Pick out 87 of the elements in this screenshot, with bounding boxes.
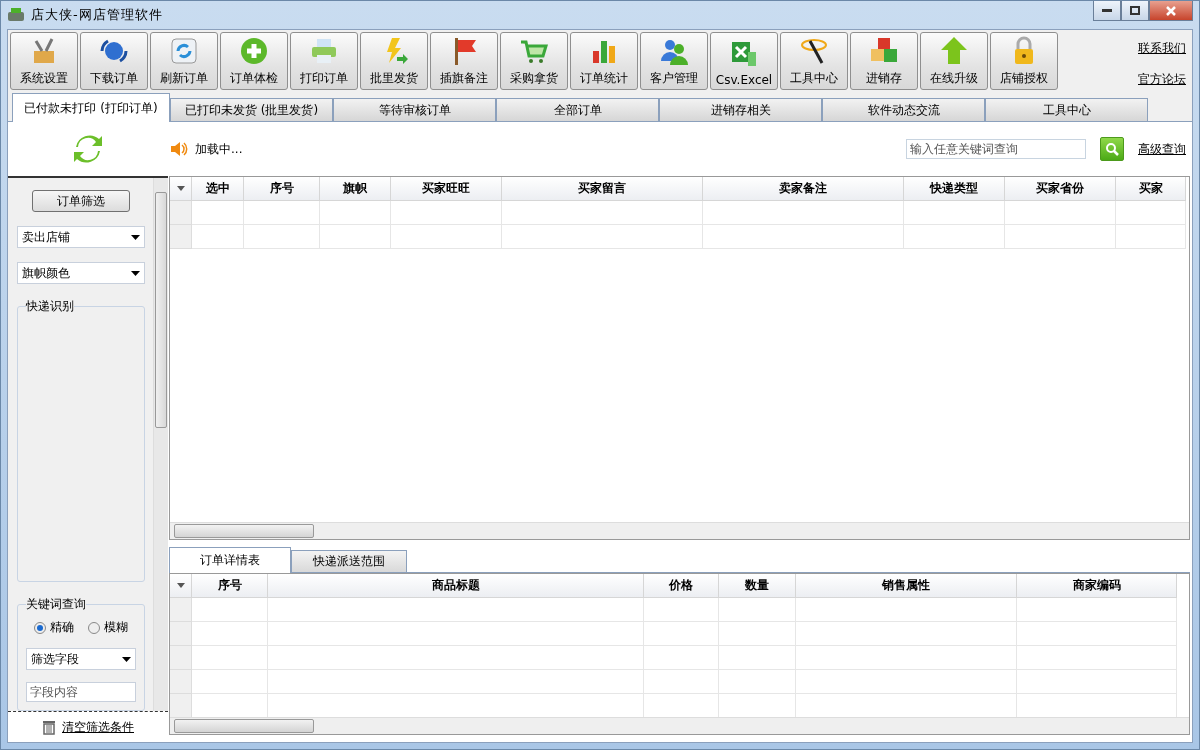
toolbar-button[interactable]: 批里发货 [360, 32, 428, 90]
minimize-icon [1102, 8, 1112, 13]
toolbar-button[interactable]: 进销存 [850, 32, 918, 90]
row-selector[interactable] [170, 694, 192, 717]
column-header[interactable]: 选中 [192, 177, 244, 201]
toolbar-button[interactable]: 店铺授权 [990, 32, 1058, 90]
advanced-search-link[interactable]: 高级查询 [1138, 140, 1186, 158]
tab[interactable]: 已打印未发货 (批里发货) [170, 98, 333, 121]
caret-icon [176, 583, 185, 588]
table-cell [320, 225, 391, 249]
column-header[interactable]: 快递类型 [904, 177, 1005, 201]
minimize-button[interactable] [1093, 1, 1121, 21]
toolbar-button[interactable]: 刷新订单 [150, 32, 218, 90]
radio-option[interactable]: 模糊 [88, 619, 128, 636]
tab[interactable]: 订单详情表 [169, 547, 291, 573]
search-field[interactable]: 输入任意关键词查询 [906, 139, 1086, 159]
dropdown[interactable]: 旗帜颜色 [17, 262, 145, 284]
tab[interactable]: 工具中心 [985, 98, 1148, 121]
column-header[interactable]: 旗帜 [320, 177, 391, 201]
toolbar-button[interactable]: 打印订单 [290, 32, 358, 90]
column-header[interactable]: 商品标题 [268, 574, 644, 598]
toolbar-button[interactable]: 下载订单 [80, 32, 148, 90]
column-header[interactable]: 买家旺旺 [391, 177, 502, 201]
tab[interactable]: 等待审核订单 [333, 98, 496, 121]
dropdown[interactable]: 卖出店铺 [17, 226, 145, 248]
column-menu-header[interactable] [170, 177, 192, 201]
toolbar-button[interactable]: 系统设置 [10, 32, 78, 90]
search-icon [1105, 142, 1119, 156]
search-button[interactable] [1100, 137, 1124, 161]
table-cell [1116, 225, 1186, 249]
table-cell [1116, 201, 1186, 225]
app-logo-icon [7, 7, 25, 23]
column-header[interactable]: 价格 [644, 574, 719, 598]
column-header[interactable]: 卖家备注 [703, 177, 904, 201]
caret-icon [122, 656, 131, 662]
table-cell [192, 225, 244, 249]
toolbar-button[interactable]: 工具中心 [780, 32, 848, 90]
row-selector[interactable] [170, 622, 192, 646]
toolbar-button[interactable]: 采购拿货 [500, 32, 568, 90]
column-header[interactable]: 买家 [1116, 177, 1186, 201]
refresh-icon [168, 35, 200, 67]
tab[interactable]: 全部订单 [496, 98, 659, 121]
trash-icon [42, 719, 56, 735]
plus-icon [238, 35, 270, 67]
maximize-button[interactable] [1121, 1, 1149, 21]
group-title: 关键词查询 [26, 596, 86, 613]
column-header[interactable]: 商家编码 [1017, 574, 1177, 598]
row-selector[interactable] [170, 225, 192, 249]
header-link[interactable]: 联系我们 [1138, 40, 1186, 57]
caret-icon [131, 270, 140, 276]
filter-button[interactable]: 订单筛选 [32, 190, 130, 212]
input-field[interactable]: 字段内容 [26, 682, 136, 702]
column-menu-header[interactable] [170, 574, 192, 598]
caret-icon [176, 186, 185, 191]
close-icon [1166, 5, 1176, 16]
toolbar-button[interactable]: 订单体检 [220, 32, 288, 90]
toolbar-button[interactable]: 在线升级 [920, 32, 988, 90]
header-link[interactable]: 官方论坛 [1138, 71, 1186, 88]
maximize-icon [1130, 6, 1140, 15]
tab[interactable]: 进销存相关 [659, 98, 822, 121]
radio-option[interactable]: 精确 [34, 619, 74, 636]
column-header[interactable]: 数量 [719, 574, 796, 598]
caret-icon [131, 234, 140, 240]
column-header[interactable]: 序号 [192, 574, 268, 598]
tab[interactable]: 软件动态交流 [822, 98, 985, 121]
close-button[interactable] [1149, 1, 1193, 21]
tab[interactable]: 快递派送范围 [291, 550, 407, 572]
row-selector[interactable] [170, 646, 192, 670]
column-header[interactable]: 买家留言 [502, 177, 703, 201]
table-cell [320, 201, 391, 225]
toolbar-button[interactable]: 插旗备注 [430, 32, 498, 90]
toolbar-button[interactable]: 订单统计 [570, 32, 638, 90]
column-header[interactable]: 销售属性 [796, 574, 1017, 598]
clear-filters-link[interactable]: 清空筛选条件 [62, 718, 134, 736]
toolbar-button[interactable]: 客户管理 [640, 32, 708, 90]
dropdown[interactable]: 筛选字段 [26, 648, 136, 670]
table-cell [192, 201, 244, 225]
column-header[interactable]: 序号 [244, 177, 320, 201]
row-selector[interactable] [170, 670, 192, 694]
window-title: 店大侠-网店管理软件 [31, 6, 164, 24]
tab[interactable]: 已付款未打印 (打印订单) [12, 93, 170, 122]
group-title: 快递识别 [26, 298, 74, 315]
column-header[interactable]: 买家省份 [1005, 177, 1116, 201]
refresh-icon[interactable] [72, 133, 104, 165]
speaker-icon [169, 139, 189, 159]
loading-status: 加载中... [195, 140, 244, 158]
toolbar-button[interactable]: Csv.Excel [710, 32, 778, 90]
